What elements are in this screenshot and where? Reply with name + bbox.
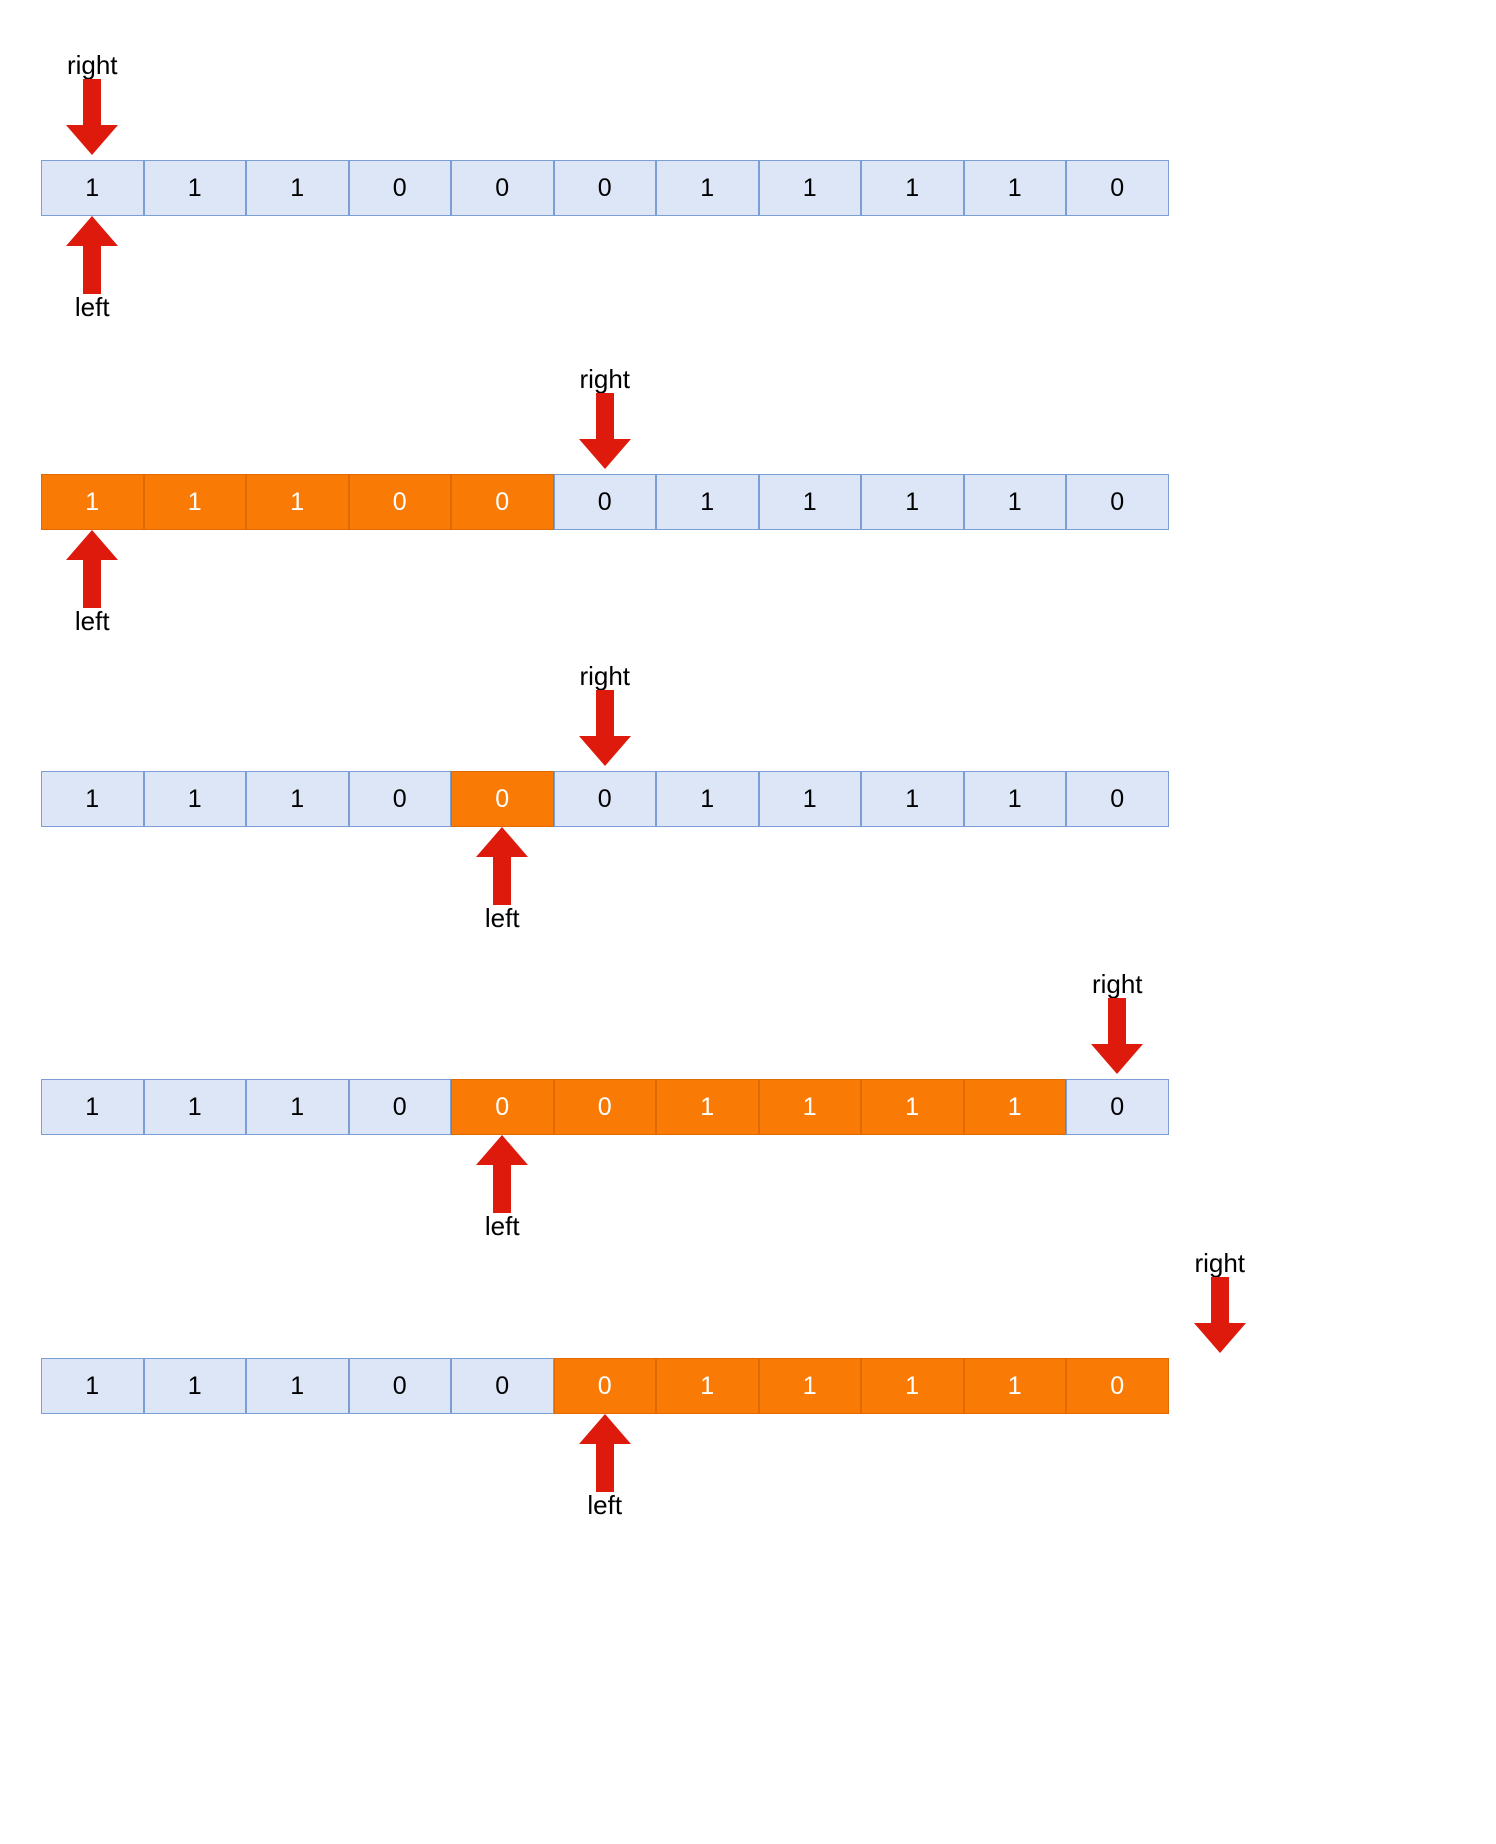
down-arrow-icon [568, 393, 642, 470]
array-cell: 0 [348, 1079, 451, 1135]
left-pointer-label: left [484, 1211, 520, 1241]
array-row: 11100011110 [41, 1079, 1169, 1135]
array-cell-highlighted: 1 [143, 474, 246, 530]
array-cell: 0 [1066, 771, 1169, 827]
right-pointer-label: right [1194, 1248, 1246, 1278]
left-pointer-label: left [74, 606, 110, 636]
array-cell: 1 [41, 1358, 144, 1414]
array-cell-highlighted: 1 [41, 474, 144, 530]
array-cell-highlighted: 0 [1066, 1358, 1169, 1414]
down-arrow-icon [1080, 998, 1154, 1075]
array-cell-highlighted: 1 [861, 1358, 964, 1414]
array-cell: 1 [963, 160, 1066, 216]
array-cell: 1 [963, 474, 1066, 530]
array-cell: 1 [758, 771, 861, 827]
array-cell: 1 [143, 160, 246, 216]
right-pointer: right [55, 50, 129, 156]
left-pointer-label: left [484, 903, 520, 933]
array-cell: 1 [41, 1079, 144, 1135]
array-cell-highlighted: 1 [963, 1079, 1066, 1135]
array-cell-highlighted: 1 [758, 1358, 861, 1414]
array-cell-highlighted: 1 [861, 1079, 964, 1135]
array-cell: 1 [861, 771, 964, 827]
up-arrow-icon [465, 827, 539, 905]
array-cell-highlighted: 0 [451, 1079, 554, 1135]
array-cell: 1 [143, 771, 246, 827]
array-cell-highlighted: 0 [553, 1358, 656, 1414]
right-pointer-label: right [66, 50, 118, 80]
array-cell: 1 [246, 1079, 349, 1135]
array-cell: 1 [41, 160, 144, 216]
array-cell: 0 [451, 1358, 554, 1414]
left-pointer: left [55, 216, 129, 321]
array-cell: 0 [1066, 1079, 1169, 1135]
array-cell: 0 [1066, 160, 1169, 216]
right-pointer: right [568, 364, 642, 470]
array-cell: 0 [553, 474, 656, 530]
array-cell-highlighted: 0 [553, 1079, 656, 1135]
array-cell: 1 [246, 771, 349, 827]
array-cell: 0 [451, 160, 554, 216]
up-arrow-icon [55, 216, 129, 294]
array-cell: 1 [143, 1358, 246, 1414]
array-cell: 1 [246, 160, 349, 216]
array-cell: 0 [348, 1358, 451, 1414]
array-cell: 0 [1066, 474, 1169, 530]
right-pointer-label: right [579, 364, 631, 394]
array-cell: 1 [656, 474, 759, 530]
array-cell-highlighted: 1 [656, 1079, 759, 1135]
down-arrow-icon [568, 690, 642, 767]
array-cell: 1 [656, 160, 759, 216]
left-pointer: left [465, 827, 539, 932]
left-pointer: left [568, 1414, 642, 1519]
down-arrow-icon [1183, 1277, 1257, 1354]
array-cell: 1 [963, 771, 1066, 827]
array-cell: 1 [41, 771, 144, 827]
array-cell-highlighted: 1 [656, 1358, 759, 1414]
array-row: 11100011110 [41, 771, 1169, 827]
array-cell: 1 [758, 160, 861, 216]
right-pointer: right [568, 661, 642, 767]
left-pointer: left [465, 1135, 539, 1240]
up-arrow-icon [465, 1135, 539, 1213]
right-pointer: right [1080, 969, 1154, 1075]
array-cell-highlighted: 0 [451, 474, 554, 530]
array-cell: 1 [656, 771, 759, 827]
left-pointer: left [55, 530, 129, 635]
array-cell: 0 [553, 160, 656, 216]
array-row: 11100011110 [41, 1358, 1169, 1414]
down-arrow-icon [55, 79, 129, 156]
array-cell: 0 [553, 771, 656, 827]
array-cell: 0 [348, 160, 451, 216]
up-arrow-icon [568, 1414, 642, 1492]
up-arrow-icon [55, 530, 129, 608]
left-pointer-label: left [74, 292, 110, 322]
right-pointer: right [1183, 1248, 1257, 1354]
array-cell-highlighted: 1 [758, 1079, 861, 1135]
array-cell-highlighted: 1 [963, 1358, 1066, 1414]
array-cell: 1 [861, 474, 964, 530]
array-cell-highlighted: 0 [451, 771, 554, 827]
right-pointer-label: right [1091, 969, 1143, 999]
right-pointer-label: right [579, 661, 631, 691]
diagram-canvas: 1 1 1 0 0 0 1 1 1 1 0 right left 1 1 1 0 0 0 1 1 1 1 0 right left… [0, 0, 1496, 1844]
array-cell-highlighted: 1 [246, 474, 349, 530]
array-cell: 1 [246, 1358, 349, 1414]
array-cell: 1 [143, 1079, 246, 1135]
array-cell: 0 [348, 771, 451, 827]
array-cell: 1 [861, 160, 964, 216]
array-row: 11100011110 [41, 474, 1169, 530]
array-row: 11100011110 [41, 160, 1169, 216]
array-cell: 1 [758, 474, 861, 530]
left-pointer-label: left [587, 1490, 623, 1520]
array-cell-highlighted: 0 [348, 474, 451, 530]
